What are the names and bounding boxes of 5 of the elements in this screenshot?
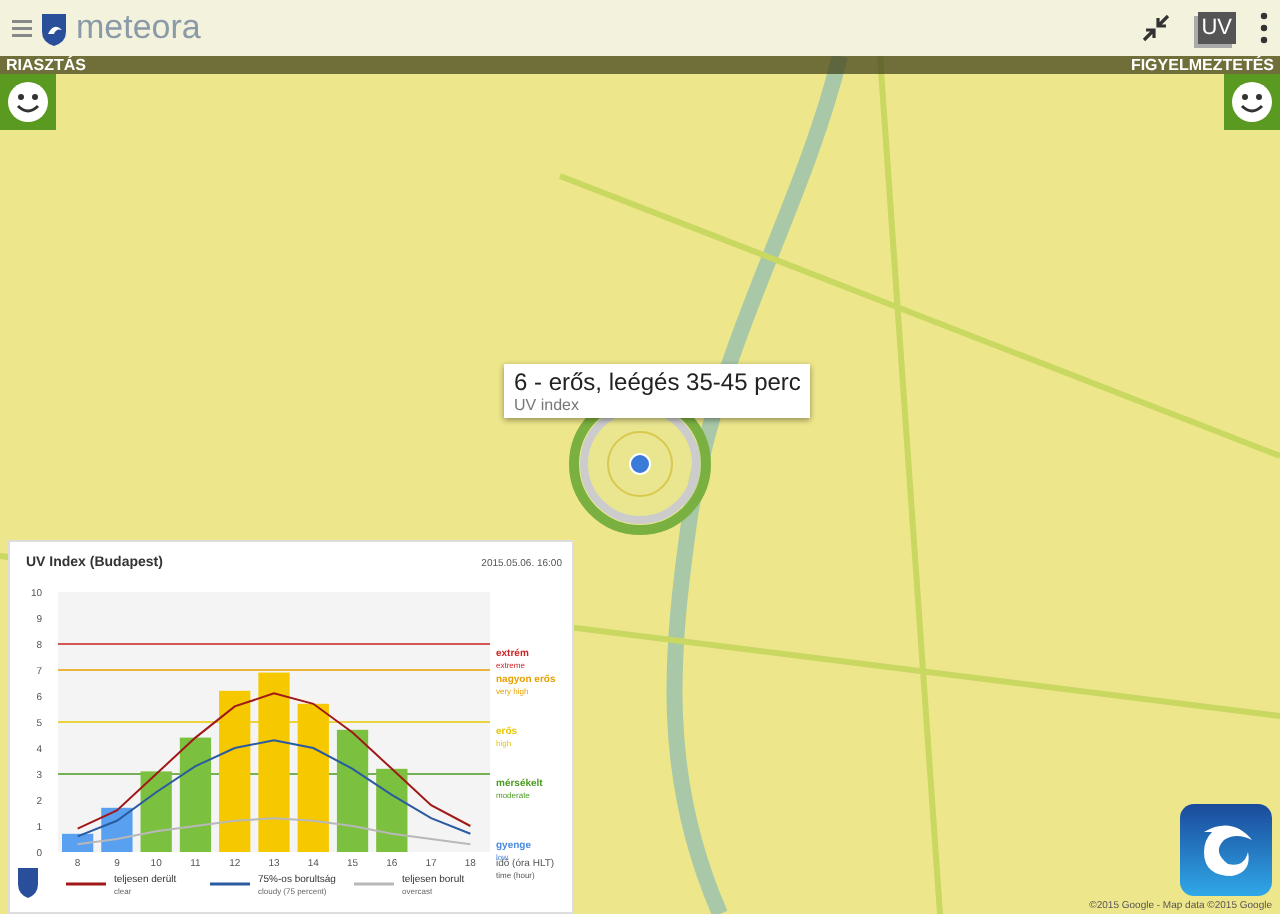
alert-label: RIASZTÁS [4,56,88,74]
app-title: meteora [76,8,201,48]
popup-title: 6 - erős, leégés 35-45 perc [514,368,801,396]
popup-subtitle: UV index [514,396,581,414]
warning-label: FIGYELMEZTETÉS [1128,56,1276,74]
